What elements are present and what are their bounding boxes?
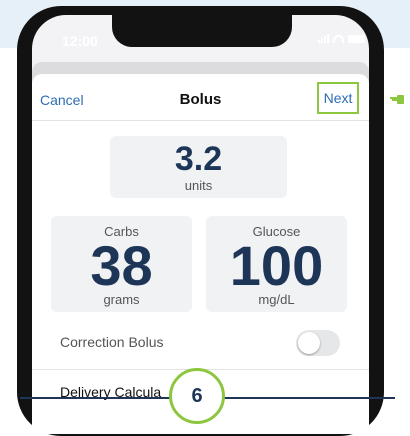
battery-icon [348,34,365,43]
next-button[interactable]: Next [317,82,359,114]
wifi-icon [333,34,344,43]
status-time: 12:00 [62,33,98,49]
signal-icon [318,34,329,43]
carbs-unit: grams [103,292,140,307]
units-label: units [184,178,213,193]
correction-bolus-toggle[interactable] [296,330,340,356]
toggle-knob [298,332,320,354]
units-value: 3.2 [174,140,223,178]
step-number-badge: 6 [169,368,225,424]
units-card: 3.2 units [110,136,287,198]
navbar: Cancel Bolus Next [32,74,369,121]
carbs-card[interactable]: Carbs 38 grams [51,216,192,312]
glucose-value: 100 [229,234,324,297]
pointing-hand-icon [390,95,404,104]
correction-bolus-row: Correction Bolus [32,326,369,362]
correction-bolus-label: Correction Bolus [60,334,164,350]
glucose-unit: mg/dL [258,292,295,307]
status-icons [318,34,365,43]
glucose-card[interactable]: Glucose 100 mg/dL [206,216,347,312]
phone-notch [112,15,292,47]
carbs-value: 38 [90,234,153,297]
